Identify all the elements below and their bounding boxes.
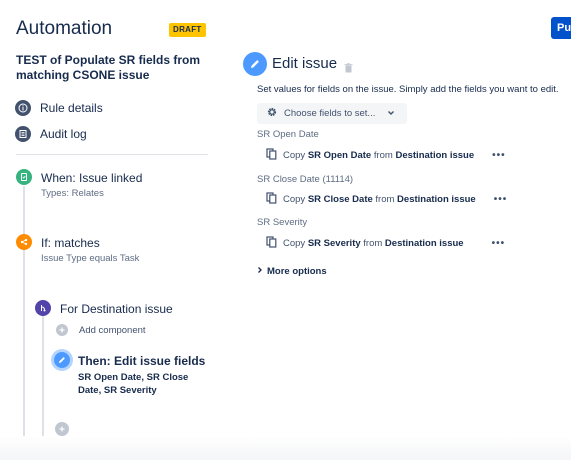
copy-source: Destination issue [397,194,476,205]
field-copy-row[interactable]: Copy SR Open Date from Destination issue… [266,148,506,163]
copy-field-name: SR Close Date [307,194,373,205]
more-actions-icon[interactable]: ••• [494,194,508,205]
more-options-label: More options [267,266,327,277]
trigger-icon[interactable] [16,169,32,185]
copy-prefix: Copy [283,238,306,249]
chevron-right-icon [257,266,263,277]
bottom-fade [0,436,571,460]
panel-description: Set values for fields on the issue. Simp… [257,84,559,95]
copy-prefix: Copy [283,194,306,205]
copy-field-name: SR Severity [307,238,361,249]
copy-source: Destination issue [395,150,475,161]
field-copy-row[interactable]: Copy SR Close Date from Destination issu… [266,192,507,207]
nav-item-label: Audit log [40,127,87,141]
copy-icon [266,236,277,251]
trigger-subtitle: Types: Relates [41,188,104,199]
action-title[interactable]: Then: Edit issue fields [78,354,205,368]
add-component-bottom-icon[interactable] [55,422,69,436]
copy-icon [266,192,277,207]
info-icon [15,100,31,116]
page-title: Automation [16,18,113,39]
more-actions-icon[interactable]: ••• [492,150,506,161]
action-description: SR Open Date, SR Close Date, SR Severity [78,372,189,396]
condition-title[interactable]: If: matches [41,236,100,250]
copy-source: Destination issue [384,238,464,249]
chevron-down-icon [387,108,395,119]
trash-icon[interactable] [344,60,353,78]
flow-connector [23,186,25,234]
choose-fields-button[interactable]: Choose fields to set... [257,103,407,124]
publish-button[interactable]: Publish [551,17,571,39]
branch-title[interactable]: For Destination issue [60,302,173,316]
rule-name: TEST of Populate SR fields from matching… [16,53,201,82]
copy-icon [266,148,277,163]
flow-connector [23,250,25,460]
trigger-title[interactable]: When: Issue linked [41,171,142,185]
edit-issue-icon [243,52,267,76]
status-badge: DRAFT [169,23,206,37]
field-label: SR Open Date [257,129,319,140]
field-copy-row[interactable]: Copy SR Severity from Destination issue … [266,236,505,251]
condition-subtitle: Issue Type equals Task [41,253,140,264]
copy-from: from [373,150,393,161]
field-label: SR Close Date (11114) [257,174,354,185]
nav-item-label: Rule details [40,101,103,115]
add-component-icon[interactable] [56,324,68,336]
choose-fields-label: Choose fields to set... [284,108,376,119]
copy-field-name: SR Open Date [307,150,372,161]
panel-title: Edit issue [272,55,338,72]
copy-prefix: Copy [283,150,306,161]
pencil-icon[interactable] [54,352,70,368]
field-label: SR Severity [257,217,308,228]
copy-from: from [363,238,383,249]
more-options-toggle[interactable]: More options [257,266,327,277]
nav-item-rule-details[interactable]: Rule details [15,100,103,116]
audit-log-icon [15,126,31,142]
nav-item-audit-log[interactable]: Audit log [15,126,87,142]
divider [16,154,208,155]
more-actions-icon[interactable]: ••• [492,238,506,249]
add-component-link[interactable]: Add component [79,325,146,336]
gear-icon [266,106,278,121]
copy-from: from [375,194,395,205]
condition-icon[interactable] [16,234,32,250]
branch-icon[interactable] [35,300,51,316]
